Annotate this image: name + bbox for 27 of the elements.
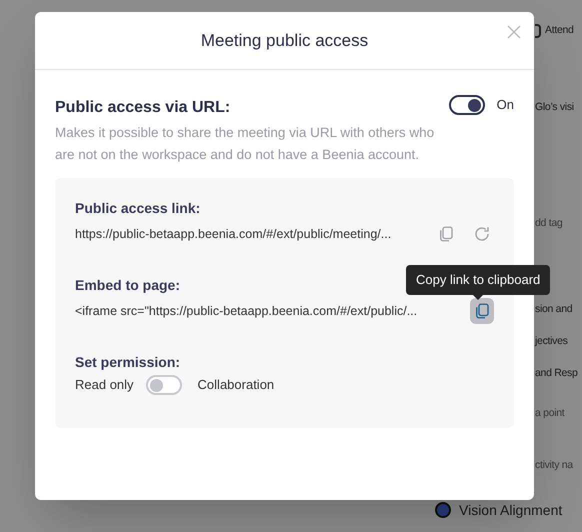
placeholder-text: dd tag — [535, 216, 562, 232]
description-text: Makes it possible to share the meeting via URL with others who are not on the workspace and do not have a Beenia account. — [55, 124, 436, 164]
attendees-label: Attend — [545, 23, 574, 38]
section-title: Public access via URL: — [55, 98, 230, 118]
option-label: Collaboration — [198, 376, 274, 394]
dialog-title: Meeting public access — [200, 30, 368, 52]
toggle-switch[interactable] — [448, 95, 485, 115]
refresh-icon — [473, 225, 491, 243]
tooltip: Copy link to clipboard — [406, 265, 550, 300]
option-label: Read only — [75, 376, 134, 394]
field-label: Public access link: — [75, 199, 200, 218]
close-icon[interactable] — [506, 24, 522, 40]
placeholder-text: a point — [535, 406, 564, 422]
agenda-text: and Resp — [535, 366, 578, 382]
copy-icon — [437, 225, 455, 243]
agenda-title: Vision Alignment — [459, 500, 562, 520]
copy-button[interactable] — [470, 298, 494, 324]
toggle-state-label: On — [496, 96, 514, 114]
agenda-text: jectives — [535, 334, 568, 350]
link-text: <iframe src="https://public-betaapp.beenia.com/#/ext/public/... — [75, 302, 418, 320]
agenda-text: Glo’s visi — [535, 100, 574, 116]
field-label: Embed to page: — [75, 276, 180, 295]
copy-icon — [473, 302, 491, 320]
placeholder-text: ctivity na — [535, 458, 573, 474]
field-label: Set permission: — [75, 353, 180, 372]
agenda-text: sion and — [535, 302, 572, 318]
link-text: https://public-betaapp.beenia.com/#/ext/public/meeting/... — [75, 226, 392, 243]
